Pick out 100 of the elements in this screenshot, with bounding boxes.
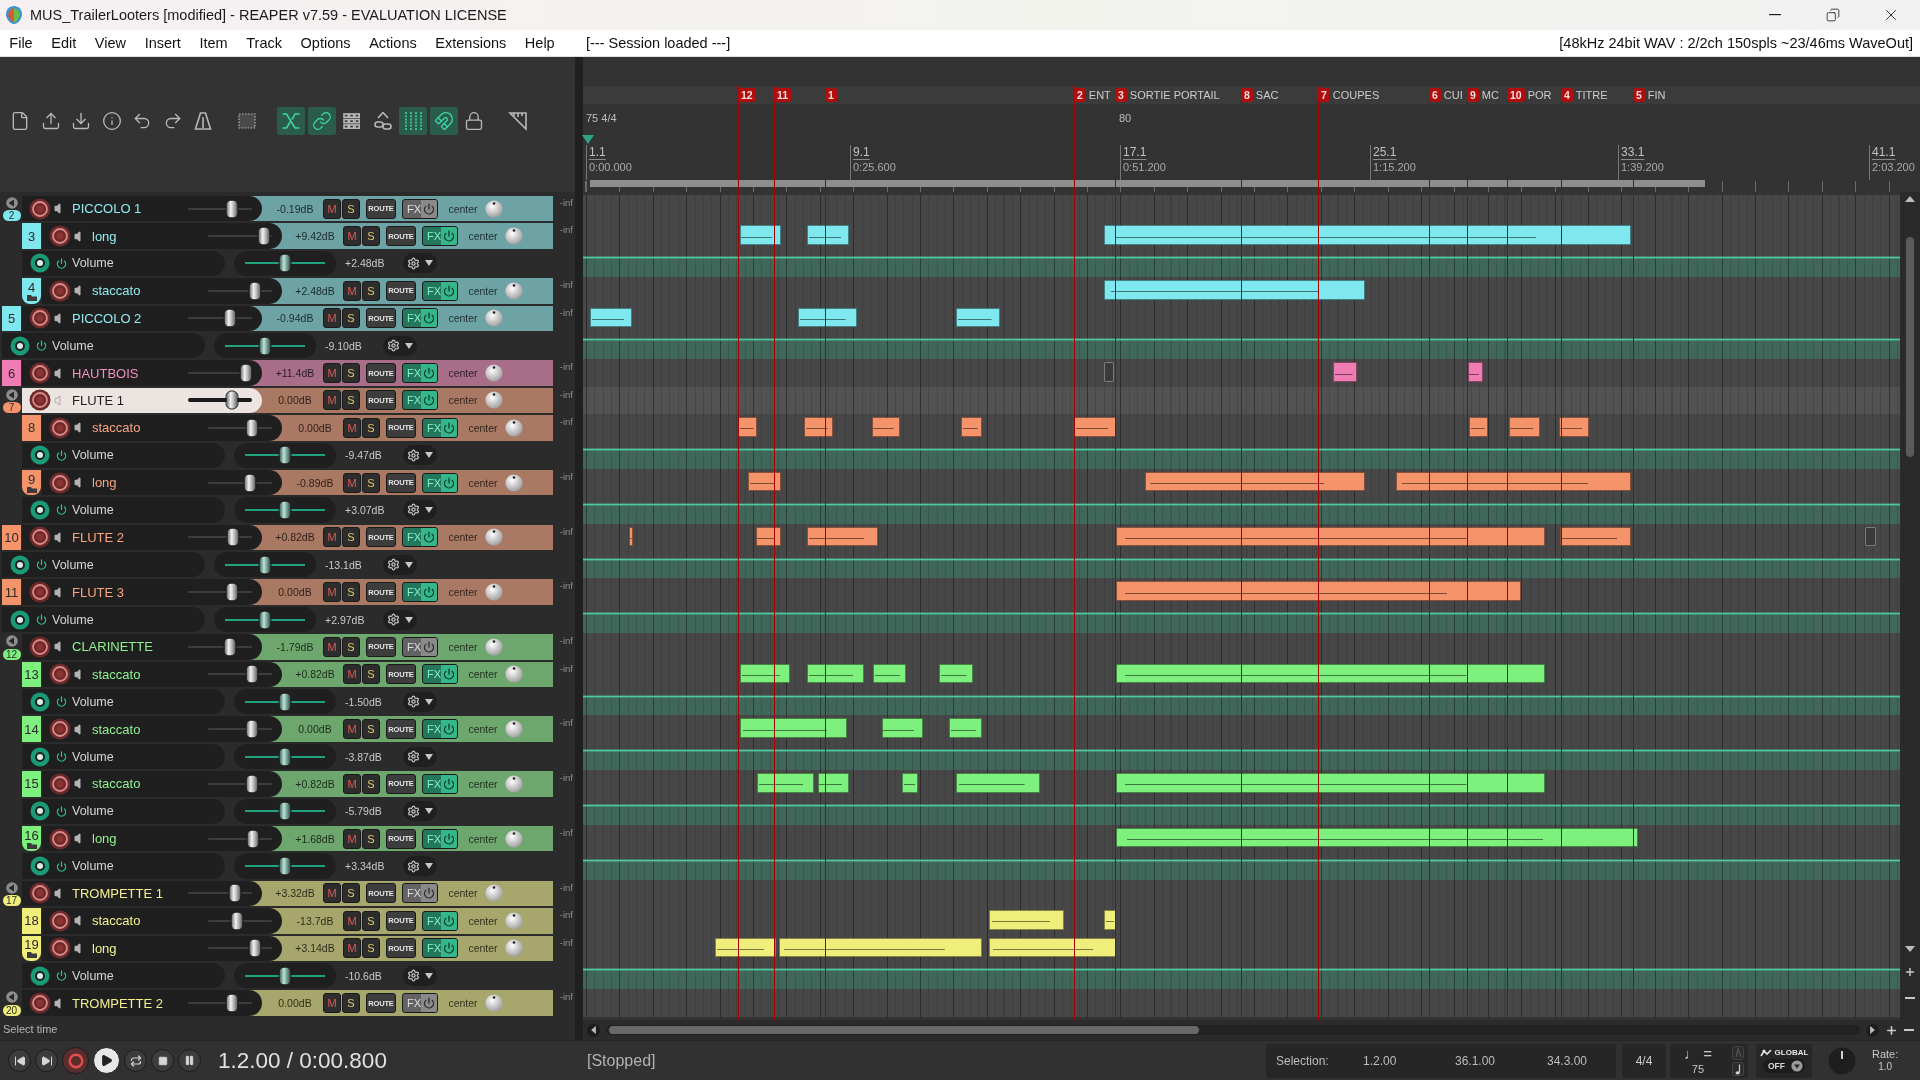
- midi-item[interactable]: [1104, 910, 1116, 930]
- fader-thumb[interactable]: [245, 719, 258, 739]
- menu-item[interactable]: Insert: [135, 35, 191, 51]
- record-arm-button[interactable]: [29, 635, 51, 658]
- marker-number[interactable]: 5: [1633, 88, 1645, 102]
- marker-number[interactable]: 1: [825, 88, 837, 102]
- midi-item[interactable]: [1073, 417, 1116, 437]
- midi-item[interactable]: [956, 773, 1040, 793]
- midi-item[interactable]: [806, 225, 849, 245]
- toolbar-button[interactable]: [277, 107, 305, 135]
- empty-item[interactable]: [1104, 362, 1115, 382]
- midi-item[interactable]: [1560, 526, 1631, 547]
- record-arm-button[interactable]: [49, 827, 71, 850]
- power-icon[interactable]: [56, 449, 67, 461]
- fx-button[interactable]: FX: [402, 198, 438, 219]
- folder-collapse-icon[interactable]: [4, 991, 19, 1004]
- solo-button[interactable]: S: [342, 993, 360, 1013]
- record-arm-button[interactable]: [49, 225, 71, 248]
- fx-button[interactable]: FX: [422, 226, 458, 247]
- slider-thumb[interactable]: [278, 966, 292, 986]
- note-icon[interactable]: [1732, 1061, 1744, 1076]
- track-header[interactable]: FLUTE 2: [22, 524, 262, 551]
- toolbar-button[interactable]: [399, 107, 427, 135]
- marker-number[interactable]: 12: [738, 88, 756, 102]
- fader-thumb[interactable]: [248, 281, 262, 301]
- mute-button[interactable]: M: [343, 773, 361, 794]
- envelope-toggle[interactable]: [10, 609, 30, 630]
- mute-button[interactable]: M: [343, 719, 361, 740]
- fx-button[interactable]: FX: [402, 993, 438, 1013]
- zoom-out-button[interactable]: [1905, 997, 1915, 1000]
- envelope-options-button[interactable]: [383, 335, 417, 356]
- fader-thumb[interactable]: [225, 582, 238, 602]
- power-icon[interactable]: [56, 751, 67, 762]
- envelope-options-button[interactable]: [403, 801, 437, 822]
- stop-button[interactable]: [151, 1049, 174, 1072]
- mute-button[interactable]: M: [323, 993, 341, 1013]
- pan-knob[interactable]: [485, 583, 503, 602]
- pan-knob[interactable]: [505, 829, 523, 848]
- marker-number[interactable]: 2: [1074, 88, 1086, 102]
- midi-item[interactable]: [1104, 225, 1631, 245]
- fx-button[interactable]: FX: [422, 664, 458, 685]
- track-header[interactable]: TROMPETTE 1: [22, 880, 262, 907]
- track-header[interactable]: staccato: [42, 661, 282, 688]
- fx-button[interactable]: FX: [422, 773, 458, 794]
- mute-button[interactable]: M: [323, 883, 341, 904]
- slider-thumb[interactable]: [278, 500, 292, 520]
- track-header[interactable]: long: [42, 469, 282, 496]
- solo-button[interactable]: S: [342, 363, 360, 384]
- fader-thumb[interactable]: [248, 938, 262, 958]
- track-header[interactable]: staccato: [42, 716, 282, 742]
- midi-item[interactable]: [798, 307, 858, 327]
- solo-button[interactable]: S: [362, 719, 380, 740]
- menu-item[interactable]: Track: [237, 35, 292, 51]
- fx-button[interactable]: FX: [402, 636, 438, 657]
- envelope-toggle[interactable]: [30, 856, 50, 877]
- pan-knob[interactable]: [505, 774, 523, 793]
- midi-item[interactable]: [806, 526, 878, 547]
- midi-item[interactable]: [1115, 526, 1546, 547]
- fader-thumb[interactable]: [246, 829, 260, 849]
- fx-button[interactable]: FX: [402, 363, 438, 384]
- solo-button[interactable]: S: [362, 910, 380, 931]
- folder-collapse-icon[interactable]: [4, 635, 19, 648]
- track-header[interactable]: FLUTE 1: [22, 387, 262, 414]
- midi-item[interactable]: [989, 937, 1116, 957]
- menu-item[interactable]: Help: [515, 35, 564, 51]
- fader-thumb[interactable]: [225, 993, 239, 1013]
- midi-item[interactable]: [881, 718, 924, 738]
- solo-button[interactable]: S: [362, 773, 380, 794]
- fader-thumb[interactable]: [239, 363, 253, 383]
- fx-button[interactable]: FX: [402, 527, 438, 548]
- toolbar-button[interactable]: [307, 107, 336, 135]
- scroll-left-button[interactable]: [587, 1023, 600, 1037]
- midi-item[interactable]: [1333, 362, 1357, 382]
- envelope-toggle[interactable]: [30, 500, 50, 520]
- envelope-toggle[interactable]: [30, 691, 50, 712]
- envelope-options-button[interactable]: [403, 445, 437, 466]
- solo-button[interactable]: S: [362, 664, 380, 685]
- track-header[interactable]: long: [42, 935, 282, 961]
- track-header[interactable]: PICCOLO 2: [22, 305, 262, 331]
- record-arm-button[interactable]: [29, 307, 51, 330]
- marker-number[interactable]: 11: [774, 88, 792, 102]
- fx-button[interactable]: FX: [422, 938, 458, 959]
- record-arm-button[interactable]: [29, 197, 51, 220]
- envelope-options-button[interactable]: [403, 965, 437, 986]
- midi-item[interactable]: [778, 937, 983, 957]
- pan-knob[interactable]: [485, 364, 503, 383]
- record-arm-button[interactable]: [29, 362, 51, 385]
- horizontal-scrollbar-thumb[interactable]: [609, 1026, 1199, 1034]
- pan-knob[interactable]: [485, 637, 503, 656]
- track-header[interactable]: PICCOLO 1: [22, 196, 262, 222]
- menu-item[interactable]: Extensions: [426, 35, 516, 51]
- envelope-toggle[interactable]: [30, 965, 50, 986]
- transport-button[interactable]: [8, 1049, 31, 1072]
- envelope-options-button[interactable]: [403, 746, 437, 767]
- solo-button[interactable]: S: [362, 938, 380, 959]
- repeat-button[interactable]: [124, 1049, 147, 1072]
- fx-button[interactable]: FX: [422, 719, 458, 740]
- fx-button[interactable]: FX: [402, 390, 438, 411]
- menu-item[interactable]: Item: [190, 35, 237, 51]
- midi-item[interactable]: [817, 773, 849, 793]
